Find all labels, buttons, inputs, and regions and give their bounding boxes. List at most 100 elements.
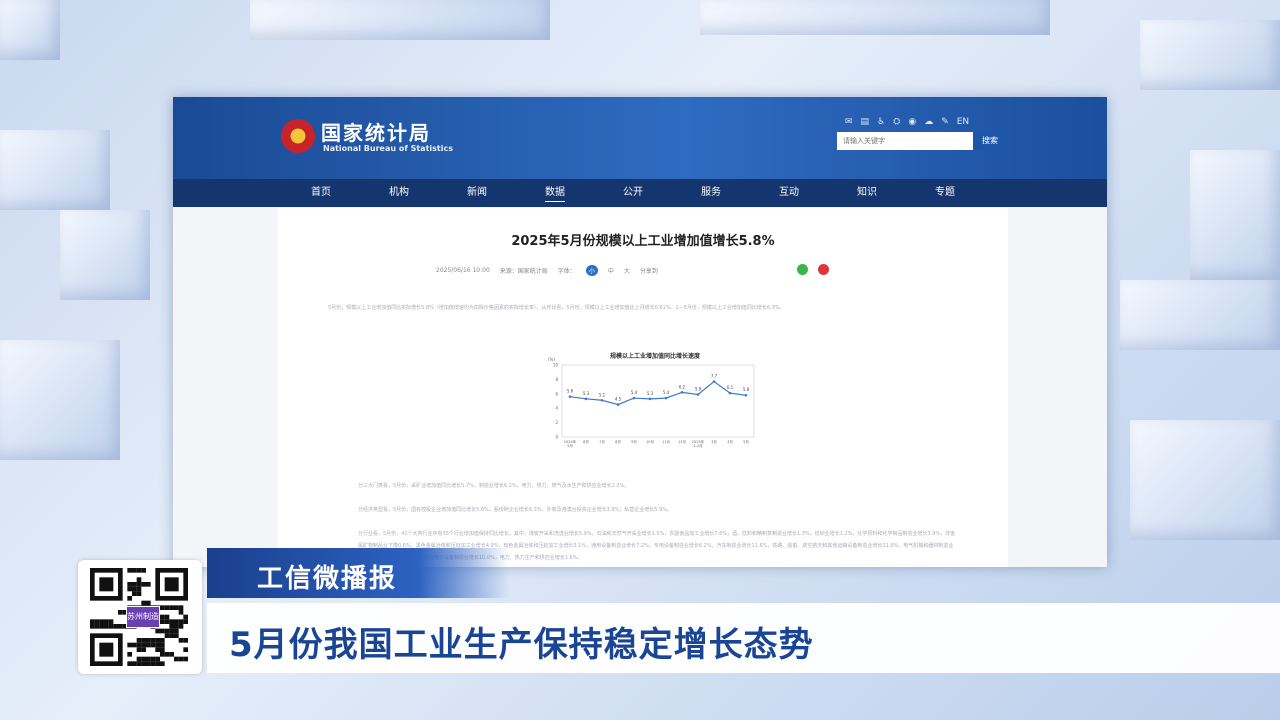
- weibo-icon[interactable]: ◉: [908, 117, 916, 127]
- qr-module: [118, 624, 123, 629]
- background-cube: [0, 130, 110, 210]
- qr-module: [183, 656, 188, 662]
- elder-icon[interactable]: ⛭: [893, 117, 900, 127]
- x-tick-label: 6月: [583, 439, 589, 444]
- qr-module: [183, 619, 188, 624]
- qr-module: [118, 610, 123, 615]
- nav-item-home[interactable]: 首页: [311, 179, 389, 207]
- article-date: 2025/06/16 10:00: [436, 267, 490, 274]
- qr-module: [132, 586, 137, 592]
- qr-module: [136, 582, 142, 587]
- x-tick-label: 1-2月: [693, 443, 702, 448]
- qr-module: [132, 642, 137, 648]
- nav-item-org[interactable]: 机构: [389, 179, 467, 207]
- qr-module: [136, 642, 142, 648]
- font-size-small[interactable]: 小: [585, 265, 598, 276]
- qr-module: [178, 610, 184, 615]
- qr-module: [150, 661, 156, 666]
- qr-module: [136, 586, 142, 592]
- qr-module: [174, 605, 179, 610]
- qr-module: [183, 614, 188, 620]
- qr-module: [136, 647, 142, 652]
- qr-module: [174, 656, 179, 662]
- qr-module: [155, 638, 160, 643]
- qr-module: [132, 661, 137, 666]
- qr-module: [136, 568, 142, 573]
- qr-module: [169, 628, 174, 634]
- site-name[interactable]: 国家统计局: [321, 117, 431, 146]
- mail-icon[interactable]: ✉: [845, 117, 853, 127]
- x-tick-label: 11月: [662, 439, 670, 444]
- data-point: [632, 396, 636, 400]
- qr-module: [174, 628, 179, 634]
- nav-item-knowledge[interactable]: 知识: [857, 179, 935, 207]
- qr-module: [104, 619, 109, 624]
- qr-module: [164, 633, 170, 638]
- nav-item-data[interactable]: 数据: [545, 179, 623, 207]
- article-title: 2025年5月份规模以上工业增加值增长5.8%: [511, 234, 775, 249]
- y-tick-label: 4: [555, 406, 558, 411]
- data-label: 5.8: [743, 387, 750, 392]
- qr-module: [136, 656, 142, 662]
- font-label: 字体：: [557, 268, 576, 275]
- main-nav: 首页 机构 新闻 数据 公开 服务 互动 知识 专题: [173, 179, 1107, 207]
- font-size-large[interactable]: 大: [624, 266, 630, 275]
- article-source: 来源：国家统计局: [499, 268, 548, 275]
- data-label: 5.4: [631, 390, 638, 395]
- background-cube: [60, 210, 150, 300]
- qr-finder: [164, 577, 179, 592]
- english-link[interactable]: EN: [957, 117, 969, 127]
- y-tick-label: 8: [555, 377, 558, 382]
- x-tick-label: 5月: [567, 443, 573, 448]
- x-tick-label: 8月: [615, 439, 621, 444]
- data-point: [616, 403, 620, 406]
- wechat-icon[interactable]: ☁: [924, 117, 933, 127]
- search-input[interactable]: [837, 132, 983, 150]
- nav-item-service[interactable]: 服务: [701, 179, 779, 207]
- program-name: 工信微播报: [257, 564, 398, 594]
- qr-module: [160, 628, 165, 634]
- plot-frame: [561, 364, 755, 438]
- qr-module: [108, 624, 114, 629]
- qr-module: [113, 624, 118, 629]
- qr-module: [169, 619, 174, 624]
- qr-module: [146, 638, 151, 643]
- qr-module: [132, 568, 137, 573]
- data-label: 5.4: [663, 390, 670, 395]
- qr-module: [141, 647, 146, 652]
- data-point: [696, 393, 700, 396]
- search-button[interactable]: 搜索: [973, 132, 1007, 150]
- qr-module: [169, 605, 174, 610]
- article-meta: 2025/06/16 10:00 来源：国家统计局 字体： 小 中 大 分享到: [436, 265, 658, 276]
- data-label: 7.7: [711, 374, 718, 379]
- x-tick-label: 3月: [711, 439, 717, 444]
- qr-module: [178, 624, 184, 629]
- qr-module: [160, 605, 165, 610]
- headline-banner: 5月份我国工业生产保持稳定增长态势: [207, 603, 1280, 673]
- wechat-share-icon[interactable]: [797, 264, 808, 275]
- data-label: 4.5: [615, 397, 622, 402]
- x-tick-label: 9月: [631, 439, 637, 444]
- nav-item-public[interactable]: 公开: [623, 179, 701, 207]
- qr-module: [155, 656, 160, 662]
- data-point: [568, 395, 572, 398]
- data-label: 5.3: [647, 391, 654, 396]
- share-label: 分享到: [639, 268, 658, 275]
- accessibility-icon[interactable]: ♿: [877, 117, 885, 127]
- qr-finder: [99, 577, 114, 592]
- y-axis-label: (%): [548, 357, 555, 362]
- background-cube: [1140, 20, 1280, 90]
- nav-item-interact[interactable]: 互动: [779, 179, 857, 207]
- qr-module: [127, 582, 132, 587]
- weibo-share-icon[interactable]: [818, 264, 829, 275]
- site-name-en: National Bureau of Statistics: [323, 144, 453, 153]
- reader-icon[interactable]: ▤: [861, 117, 870, 127]
- chart-svg: (%)02468102024年5月6月 7月 8月 9月 10月 11月 12月 2025年1…: [548, 357, 755, 448]
- data-point: [600, 398, 604, 402]
- qr-module: [132, 582, 137, 587]
- font-size-medium[interactable]: 中: [608, 266, 614, 275]
- nav-item-news[interactable]: 新闻: [467, 179, 545, 207]
- message-icon[interactable]: ✎: [941, 117, 949, 127]
- qr-module: [141, 656, 146, 662]
- nav-item-topic[interactable]: 专题: [935, 179, 1013, 207]
